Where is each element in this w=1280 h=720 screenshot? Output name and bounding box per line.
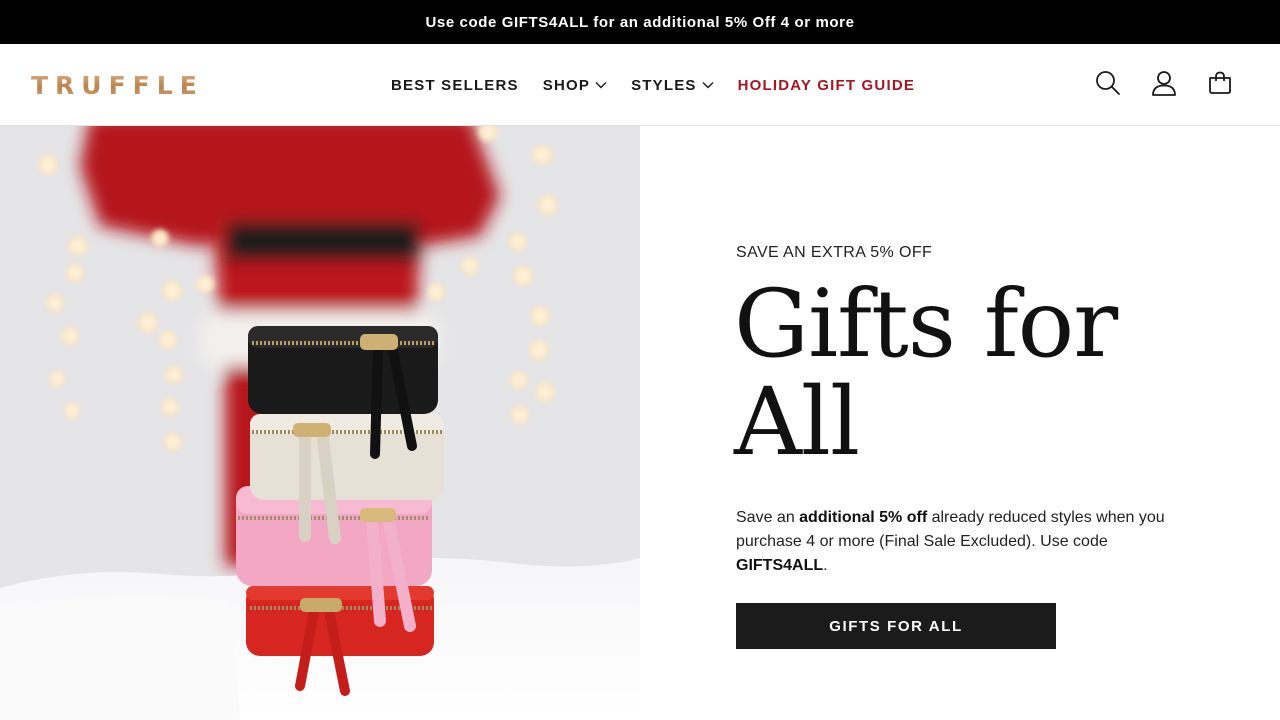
search-icon <box>1095 70 1121 101</box>
hero-desc-part1: Save an <box>736 509 800 526</box>
main-nav: BEST SELLERS SHOP STYLES HOLIDAY GIFT GU… <box>391 44 939 126</box>
account-icon <box>1151 70 1177 101</box>
hero-banner: SAVE AN EXTRA 5% OFF Gifts for All Save … <box>0 126 1280 720</box>
nav-best-sellers[interactable]: BEST SELLERS <box>391 77 519 94</box>
hero-content: SAVE AN EXTRA 5% OFF Gifts for All Save … <box>640 126 1280 720</box>
announcement-text: Use code GIFTS4ALL for an additional 5% … <box>425 13 855 31</box>
cart-button[interactable] <box>1192 57 1248 113</box>
truffle-logo[interactable]: TRUFFLE <box>31 68 204 102</box>
hero-eyebrow: SAVE AN EXTRA 5% OFF <box>736 244 933 261</box>
cart-icon <box>1208 71 1232 100</box>
chevron-down-icon <box>595 81 607 89</box>
search-button[interactable] <box>1080 57 1136 113</box>
nav-shop[interactable]: SHOP <box>543 77 607 94</box>
nav-best-sellers-label: BEST SELLERS <box>391 76 519 94</box>
hero-headline-line1: Gifts for <box>734 270 1118 379</box>
gifts-for-all-button[interactable]: GIFTS FOR ALL <box>736 603 1056 649</box>
hero-description: Save an additional 5% off already reduce… <box>736 506 1176 578</box>
announcement-bar: Use code GIFTS4ALL for an additional 5% … <box>0 0 1280 44</box>
hero-headline: Gifts for All <box>734 276 1194 472</box>
hero-headline-line2: All <box>734 368 860 477</box>
hero-desc-bold2: GIFTS4ALL <box>736 557 824 574</box>
nav-holiday-gift-guide-label: HOLIDAY GIFT GUIDE <box>737 76 916 94</box>
chevron-down-icon <box>702 81 714 89</box>
nav-holiday-gift-guide[interactable]: HOLIDAY GIFT GUIDE <box>738 77 915 94</box>
hero-image <box>0 126 640 720</box>
nav-shop-label: SHOP <box>542 76 591 94</box>
hero-desc-bold1: additional 5% off <box>799 509 928 526</box>
nav-styles[interactable]: STYLES <box>631 77 714 94</box>
header-icons <box>1080 44 1248 126</box>
nav-styles-label: STYLES <box>631 76 697 94</box>
gifts-for-all-button-label: GIFTS FOR ALL <box>829 617 963 635</box>
account-button[interactable] <box>1136 57 1192 113</box>
site-header: TRUFFLE BEST SELLERS SHOP STYLES HOLIDAY… <box>0 44 1280 126</box>
hero-desc-part3: . <box>823 557 828 574</box>
